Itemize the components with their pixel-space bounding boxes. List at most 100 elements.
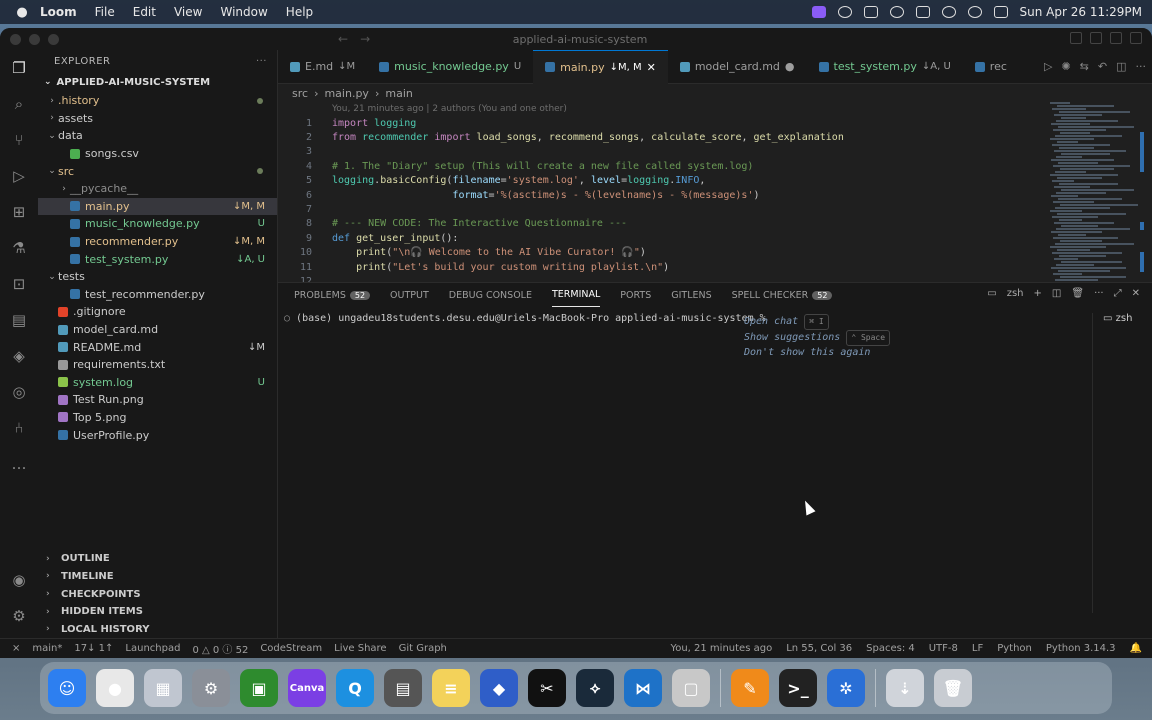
- battery-icon[interactable]: [915, 6, 930, 18]
- sidebar-section-outline[interactable]: › OUTLINE: [38, 550, 277, 568]
- code-line[interactable]: 10 print("\n🎧 Welcome to the AI Vibe Cur…: [278, 246, 1152, 260]
- file-tree-item[interactable]: README.md ↓M: [38, 338, 277, 356]
- dock-quicktime-icon[interactable]: Q: [336, 669, 374, 707]
- file-tree-item[interactable]: requirements.txt: [38, 356, 277, 374]
- source-control-icon[interactable]: ⑂: [9, 130, 29, 150]
- problems-count[interactable]: 0 △ 0 ⓘ 52: [192, 641, 248, 656]
- loom-status-icon[interactable]: [837, 6, 852, 18]
- live-share-status[interactable]: Live Share: [334, 643, 386, 654]
- extensions-icon[interactable]: ⊞: [9, 202, 29, 222]
- go-back-icon[interactable]: ↶: [1098, 60, 1107, 73]
- screen-recording-icon[interactable]: [811, 6, 826, 18]
- control-center-icon[interactable]: [993, 6, 1008, 18]
- code-editor[interactable]: 1 import logging 2 from recommender import …: [278, 116, 1152, 289]
- file-tree-item[interactable]: recommender.py ↓M, M: [38, 233, 277, 251]
- breadcrumb-symbol[interactable]: main: [385, 87, 412, 100]
- sidebar-section-timeline[interactable]: › TIMELINE: [38, 568, 277, 586]
- file-tree-item[interactable]: › .history: [38, 92, 277, 110]
- search-icon[interactable]: ⌕: [9, 94, 29, 114]
- explorer-more-icon[interactable]: ···: [256, 56, 267, 67]
- maximize-panel-icon[interactable]: ⤢: [1114, 288, 1122, 299]
- dock-chrome-icon[interactable]: ●: [96, 669, 134, 707]
- explorer-files-icon[interactable]: ❐: [9, 58, 29, 78]
- new-terminal-icon[interactable]: +: [1034, 288, 1042, 299]
- breadcrumb-folder[interactable]: src: [292, 87, 308, 100]
- dock-pencil-app-icon[interactable]: ✎: [731, 669, 769, 707]
- compare-changes-icon[interactable]: ⇆: [1080, 60, 1089, 73]
- terminal-output[interactable]: ○ (base) ungadeu18students.desu.edu@Urie…: [284, 313, 766, 324]
- file-tree-item[interactable]: system.log U: [38, 374, 277, 392]
- code-line[interactable]: 7: [278, 202, 1152, 216]
- indentation[interactable]: Spaces: 4: [866, 643, 915, 654]
- file-tree-item[interactable]: test_recommender.py: [38, 286, 277, 304]
- sidebar-section-checkpoints[interactable]: › CHECKPOINTS: [38, 585, 277, 603]
- code-line[interactable]: 2 from recommender import load_songs, rec…: [278, 130, 1152, 144]
- more-icon[interactable]: …: [9, 454, 29, 474]
- zoom-window-button[interactable]: [48, 33, 59, 45]
- close-tab-icon[interactable]: ✕: [647, 61, 656, 74]
- end-of-line[interactable]: LF: [972, 643, 983, 654]
- dock-terminal-icon[interactable]: >_: [779, 669, 817, 707]
- minimap[interactable]: [1050, 102, 1144, 282]
- minimize-window-button[interactable]: [29, 33, 40, 45]
- more-actions-icon[interactable]: ···: [1136, 60, 1147, 73]
- menu-app-name[interactable]: Loom: [40, 5, 77, 19]
- file-tree-item[interactable]: › __pycache__: [38, 180, 277, 198]
- file-tree-item[interactable]: UserProfile.py: [38, 426, 277, 444]
- file-tree-item[interactable]: test_system.py ↓A, U: [38, 250, 277, 268]
- toggle-panel-icon[interactable]: [1090, 32, 1102, 44]
- dock-minecraft-icon[interactable]: ▣: [240, 669, 278, 707]
- dock-notes-icon[interactable]: ≡: [432, 669, 470, 707]
- project-root[interactable]: ⌄ APPLIED-AI-MUSIC-SYSTEM: [38, 72, 277, 92]
- panel-tab-debug-console[interactable]: DEBUG CONSOLE: [449, 283, 532, 307]
- editor-tab[interactable]: E.md ↓M: [278, 50, 367, 84]
- editor-tab[interactable]: rec: [963, 50, 1019, 84]
- terminal-shell-label[interactable]: zsh: [1007, 288, 1024, 299]
- close-panel-icon[interactable]: ✕: [1132, 288, 1140, 299]
- breadcrumb-file[interactable]: main.py: [324, 87, 368, 100]
- code-line[interactable]: 5 logging.basicConfig(filename='system.lo…: [278, 174, 1152, 188]
- file-tree-item[interactable]: ⌄ tests: [38, 268, 277, 286]
- editor-tab[interactable]: main.py ↓M, M ✕: [533, 49, 668, 84]
- code-line[interactable]: 9 def get_user_input():: [278, 231, 1152, 245]
- sidebar-section-local-history[interactable]: › LOCAL HISTORY: [38, 620, 277, 638]
- file-tree-item[interactable]: Top 5.png: [38, 409, 277, 427]
- language-mode[interactable]: Python: [997, 643, 1032, 654]
- panel-tab-spell-checker[interactable]: SPELL CHECKER 52: [732, 283, 833, 307]
- file-tree-item[interactable]: .gitignore: [38, 303, 277, 321]
- run-file-icon[interactable]: ▷: [1044, 60, 1052, 73]
- close-window-button[interactable]: [10, 33, 21, 45]
- command-center[interactable]: applied-ai-music-system: [360, 30, 800, 48]
- dock-settings-gear-app-icon[interactable]: ✲: [827, 669, 865, 707]
- testing-flask-icon[interactable]: ⚗: [9, 238, 29, 258]
- hint-open-chat[interactable]: Open chat: [744, 316, 798, 327]
- sidebar-section-hidden-items[interactable]: › HIDDEN ITEMS: [38, 603, 277, 621]
- file-tree-item[interactable]: main.py ↓M, M: [38, 197, 277, 216]
- dock-vscode-icon[interactable]: ⋈: [624, 669, 662, 707]
- panel-tab-gitlens[interactable]: GITLENS: [671, 283, 711, 307]
- file-tree-item[interactable]: model_card.md: [38, 321, 277, 339]
- run-debug-icon[interactable]: ▷: [9, 166, 29, 186]
- cursor-position[interactable]: Ln 55, Col 36: [786, 643, 852, 654]
- menu-window[interactable]: Window: [220, 5, 267, 19]
- editor-tab[interactable]: test_system.py ↓A, U: [807, 50, 963, 84]
- panel-more-icon[interactable]: ···: [1094, 288, 1104, 299]
- dock-pycharm-icon[interactable]: ⟡: [576, 669, 614, 707]
- dock-system-settings-icon[interactable]: ⚙: [192, 669, 230, 707]
- code-line[interactable]: 1 import logging: [278, 116, 1152, 130]
- file-tree-item[interactable]: ⌄ data: [38, 127, 277, 145]
- code-line[interactable]: 6 format='%(asctime)s - %(levelname)s - …: [278, 188, 1152, 202]
- copilot-icon[interactable]: ✺: [1061, 60, 1070, 73]
- spotlight-search-icon[interactable]: [967, 6, 982, 18]
- git-graph-icon[interactable]: ⑃: [9, 418, 29, 438]
- apple-menu-icon[interactable]: ●: [14, 4, 30, 20]
- dock-finder-icon[interactable]: ☺: [48, 669, 86, 707]
- account-icon[interactable]: ◉: [9, 570, 29, 590]
- dock-launchpad-icon[interactable]: ▦: [144, 669, 182, 707]
- remote-indicator-icon[interactable]: ⨯: [12, 643, 20, 654]
- extension-icon[interactable]: [889, 6, 904, 18]
- dock-trash-icon[interactable]: 🗑: [934, 669, 972, 707]
- launchpad-status[interactable]: Launchpad: [125, 643, 180, 654]
- hint-dont-show[interactable]: Don't show this again: [744, 347, 870, 358]
- dock-capcut-icon[interactable]: ✂: [528, 669, 566, 707]
